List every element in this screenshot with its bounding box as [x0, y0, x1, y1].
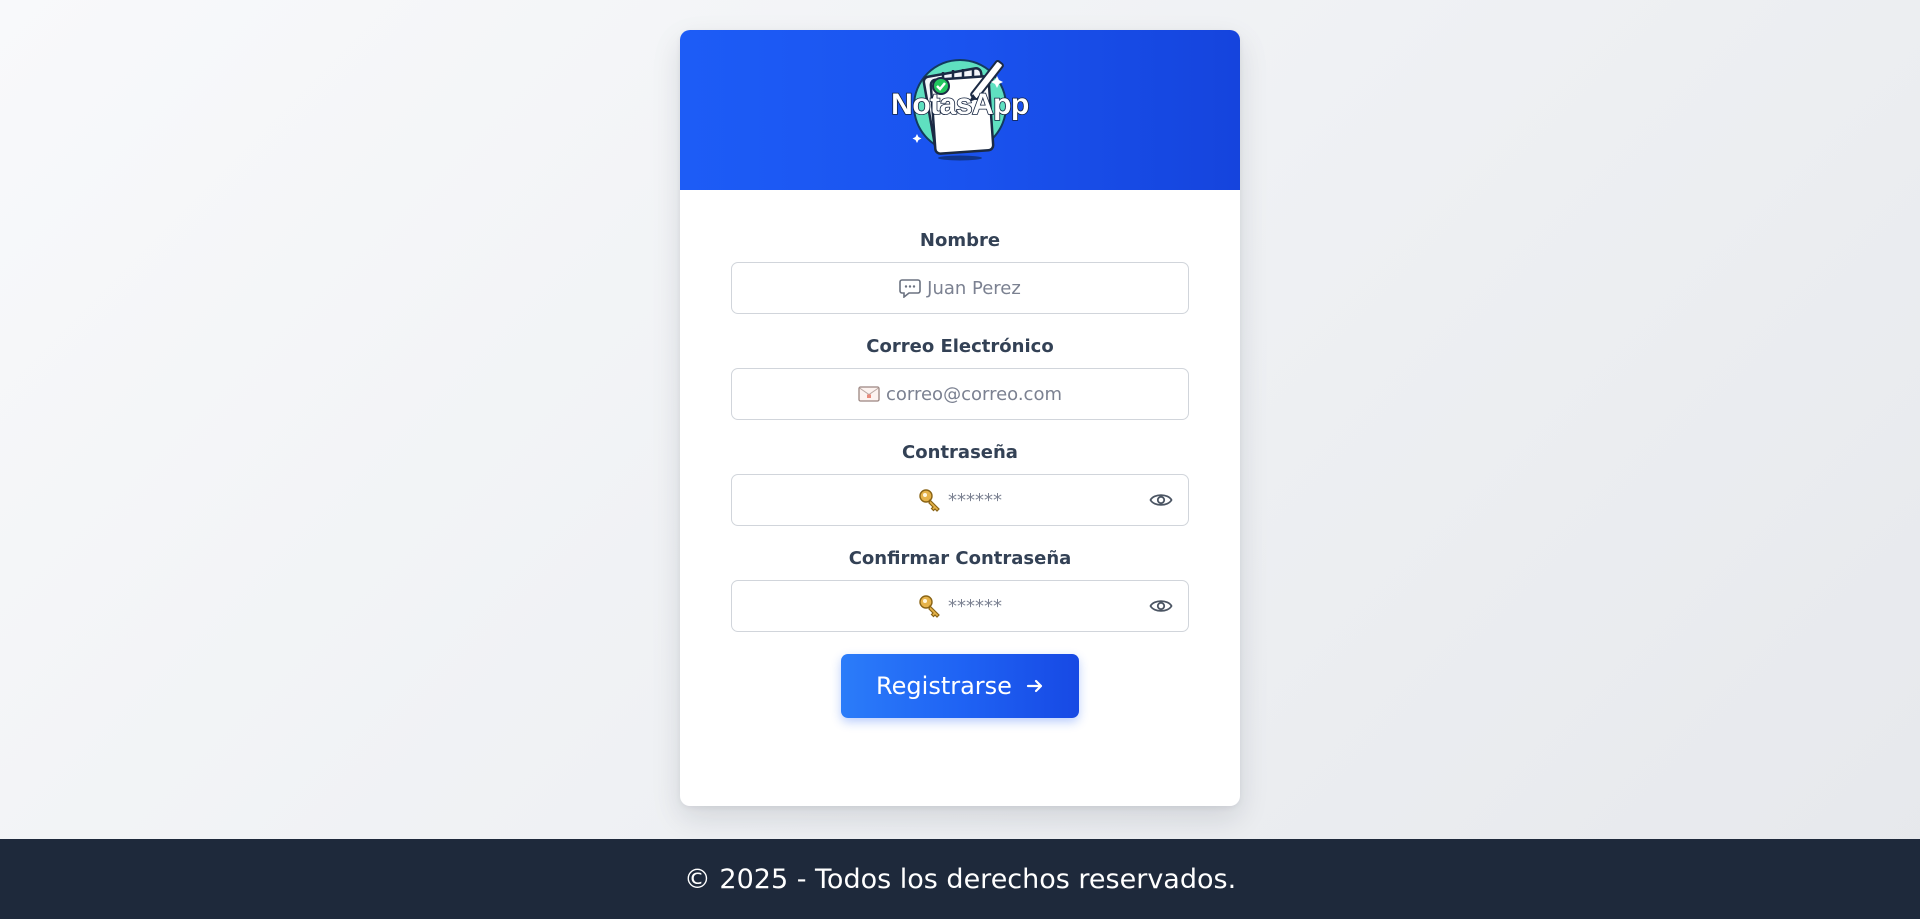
confirm-password-input[interactable]: ******	[731, 580, 1189, 632]
password-input[interactable]: ******	[731, 474, 1189, 526]
eye-icon	[1149, 494, 1173, 506]
speech-bubble-icon	[899, 279, 921, 298]
confirm-password-placeholder: ******	[948, 595, 1002, 617]
page-footer: © 2025 - Todos los derechos reservados.	[0, 839, 1920, 919]
email-label: Correo Electrónico	[866, 336, 1054, 357]
email-placeholder: correo@correo.com	[885, 383, 1063, 405]
key-icon	[919, 489, 940, 512]
toggle-password-visibility[interactable]	[1148, 487, 1174, 513]
password-field-group: Contraseña ******	[731, 442, 1189, 526]
email-field-group: Correo Electrónico correo@correo.com	[731, 336, 1189, 420]
envelope-icon	[858, 386, 880, 402]
arrow-right-icon	[1026, 679, 1043, 693]
name-placeholder: Juan Perez	[927, 277, 1021, 299]
copyright-text: © 2025 - Todos los derechos reservados.	[683, 863, 1237, 895]
register-button-label: Registrarse	[876, 672, 1012, 700]
key-icon	[919, 595, 940, 618]
app-logo: NotasApp	[885, 50, 1035, 170]
name-input[interactable]: Juan Perez	[731, 262, 1189, 314]
register-form: Nombre Juan Perez Correo Electrónico cor…	[680, 190, 1240, 718]
card-header: NotasApp	[680, 30, 1240, 190]
toggle-confirm-password-visibility[interactable]	[1148, 593, 1174, 619]
password-label: Contraseña	[902, 442, 1018, 463]
logo-text: NotasApp	[890, 87, 1030, 122]
name-field-group: Nombre Juan Perez	[731, 230, 1189, 314]
name-label: Nombre	[919, 230, 1001, 251]
eye-icon	[1149, 600, 1173, 612]
password-placeholder: ******	[948, 489, 1002, 511]
confirm-password-field-group: Confirmar Contraseña ******	[731, 548, 1189, 632]
register-card: NotasApp Nombre Juan Perez Correo Electr…	[680, 30, 1240, 806]
confirm-password-label: Confirmar Contraseña	[848, 548, 1072, 569]
email-input[interactable]: correo@correo.com	[731, 368, 1189, 420]
register-button[interactable]: Registrarse	[841, 654, 1079, 718]
